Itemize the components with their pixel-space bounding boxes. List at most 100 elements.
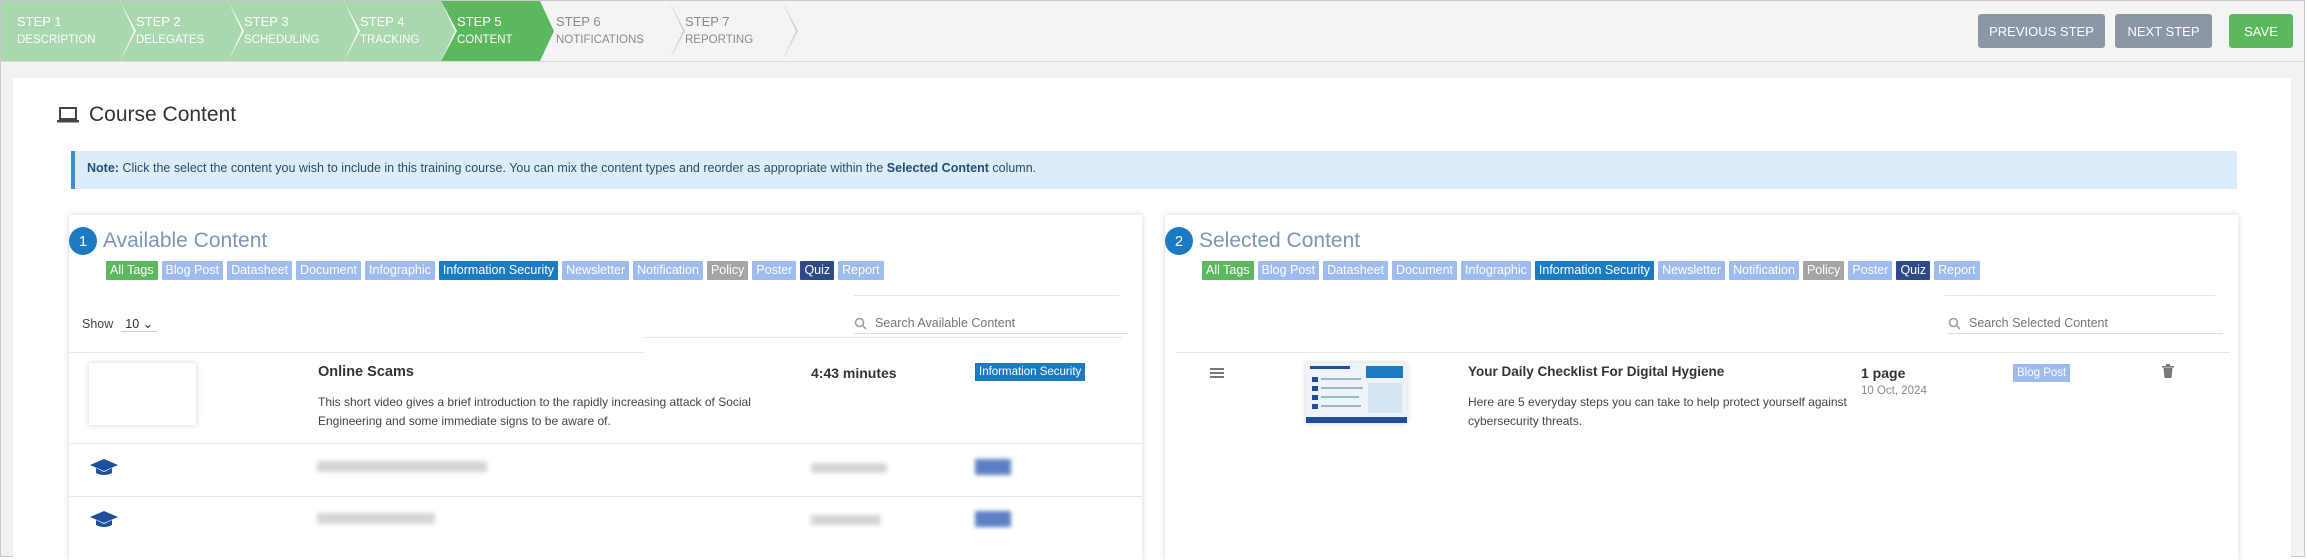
tag-filter-document[interactable]: Document [1392, 261, 1458, 280]
redacted-meta [811, 463, 887, 473]
step-badge: 2 [1165, 227, 1193, 255]
page-title-text: Course Content [89, 103, 237, 126]
info-note: Note: Click the select the content you w… [71, 151, 2237, 189]
note-text-end: column. [992, 161, 1037, 175]
redacted-tag [975, 459, 1011, 475]
chevron-down-icon: ⌄ [142, 317, 154, 331]
search-available-input[interactable] [873, 315, 1117, 331]
previous-step-button[interactable]: PREVIOUS STEP [1978, 14, 2105, 48]
page-title: Course Content [57, 103, 236, 127]
panel-header: 2 Selected Content [1165, 227, 1360, 255]
document-preview-image [1306, 363, 1407, 423]
step-label: TRACKING [360, 34, 420, 46]
tag-filter-infographic[interactable]: Infographic [365, 261, 435, 280]
tag-filter-datasheet[interactable]: Datasheet [227, 261, 293, 280]
redacted-meta [811, 515, 881, 525]
tag-filter-all-tags[interactable]: All Tags [1202, 261, 1254, 280]
panel-title: Available Content [103, 229, 268, 252]
course-cap-icon [90, 511, 118, 527]
search-available[interactable] [854, 313, 1129, 334]
tag-filter-report[interactable]: Report [1934, 261, 1980, 280]
tag-filter-document[interactable]: Document [296, 261, 362, 280]
laptop-icon [57, 107, 79, 123]
step-arrow [344, 1, 358, 61]
step-arrow [120, 1, 134, 61]
page-size-select[interactable]: 10 ⌄ [121, 316, 158, 332]
step-label: DESCRIPTION [17, 34, 96, 46]
tag-filter-poster[interactable]: Poster [1848, 261, 1893, 280]
step-3-scheduling[interactable]: STEP 3 SCHEDULING [228, 1, 360, 61]
note-label: Note: [87, 161, 119, 175]
step-number: STEP 4 [360, 14, 405, 29]
step-arrow [669, 1, 683, 61]
tag-filter-quiz[interactable]: Quiz [1896, 261, 1931, 280]
tag-filter-all-tags[interactable]: All Tags [106, 261, 158, 280]
redacted-title [317, 461, 487, 472]
step-label: SCHEDULING [244, 34, 320, 46]
tag-filter-information-security[interactable]: Information Security [438, 261, 559, 280]
step-7-reporting[interactable]: STEP 7 REPORTING [669, 1, 798, 61]
step-6-notifications[interactable]: STEP 6 NOTIFICATIONS [540, 1, 685, 61]
redacted-tag [975, 511, 1011, 527]
tag-filter-policy[interactable]: Policy [706, 261, 749, 280]
step-number: STEP 1 [17, 14, 62, 29]
step-arrow [540, 1, 554, 61]
redacted-title [317, 513, 435, 524]
tag-filter-information-security[interactable]: Information Security [1534, 261, 1655, 280]
step-label: NOTIFICATIONS [556, 34, 644, 46]
tag-filter-list: All Tags Blog Post Datasheet Document Infogr… [106, 261, 884, 280]
step-label: CONTENT [457, 34, 513, 46]
note-text: Click the select the content you wish to… [122, 161, 884, 175]
step-number: STEP 7 [685, 14, 730, 29]
tag-filter-blog-post[interactable]: Blog Post [161, 261, 224, 280]
note-bold: Selected Content [886, 161, 989, 175]
tag-filter-poster[interactable]: Poster [752, 261, 797, 280]
trash-icon[interactable] [2162, 364, 2174, 378]
tag-filter-policy[interactable]: Policy [1802, 261, 1845, 280]
tag-filter-quiz[interactable]: Quiz [800, 261, 835, 280]
tag-filter-newsletter[interactable]: Newsletter [1658, 261, 1726, 280]
panel-title: Selected Content [1199, 229, 1361, 252]
content-thumbnail [89, 363, 196, 425]
search-icon [1948, 317, 1961, 330]
step-arrow [441, 1, 455, 61]
content-description: Here are 5 everyday steps you can take t… [1468, 395, 1847, 428]
tag-filter-notification[interactable]: Notification [633, 261, 703, 280]
step-number: STEP 5 [457, 14, 502, 29]
tag-filter-report[interactable]: Report [838, 261, 884, 280]
save-button[interactable]: SAVE [2229, 14, 2293, 48]
content-description: This short video gives a brief introduct… [318, 395, 751, 428]
step-number: STEP 6 [556, 14, 601, 29]
step-badge: 1 [69, 227, 97, 255]
content-title[interactable]: Your Daily Checklist For Digital Hygiene [1468, 364, 1724, 379]
tag-filter-datasheet[interactable]: Datasheet [1323, 261, 1389, 280]
content-pages: 1 page [1861, 365, 1906, 381]
content-tag[interactable]: Information Security [975, 363, 1086, 381]
step-number: STEP 3 [244, 14, 289, 29]
tag-filter-newsletter[interactable]: Newsletter [562, 261, 630, 280]
content-title[interactable]: Online Scams [318, 364, 414, 380]
wizard-step-bar: STEP 1 DESCRIPTION STEP 2 DELEGATES STEP… [1, 1, 2304, 62]
drag-handle-icon[interactable] [1210, 367, 1224, 379]
content-tag[interactable]: Blog Post [2013, 364, 2071, 382]
step-label: DELEGATES [136, 34, 205, 46]
tag-filter-blog-post[interactable]: Blog Post [1257, 261, 1320, 280]
wizard-steps: STEP 1 DESCRIPTION STEP 2 DELEGATES STEP… [1, 1, 798, 61]
tag-filter-infographic[interactable]: Infographic [1461, 261, 1531, 280]
step-label: REPORTING [685, 34, 754, 46]
tag-filter-notification[interactable]: Notification [1729, 261, 1799, 280]
step-arrow [228, 1, 242, 61]
search-selected[interactable] [1948, 313, 2223, 334]
search-selected-input[interactable] [1967, 315, 2211, 331]
content-duration: 4:43 minutes [811, 365, 897, 381]
content-thumbnail [1306, 363, 1407, 423]
panel-header: 1 Available Content [69, 227, 267, 255]
step-arrow [782, 1, 796, 61]
search-icon [854, 317, 867, 330]
step-2-delegates[interactable]: STEP 2 DELEGATES [120, 1, 244, 61]
course-cap-icon [90, 459, 118, 475]
page-size-control: Show 10 ⌄ [82, 316, 158, 332]
step-number: STEP 2 [136, 14, 181, 29]
next-step-button[interactable]: NEXT STEP [2115, 14, 2212, 48]
step-1-description[interactable]: STEP 1 DESCRIPTION [1, 1, 136, 61]
